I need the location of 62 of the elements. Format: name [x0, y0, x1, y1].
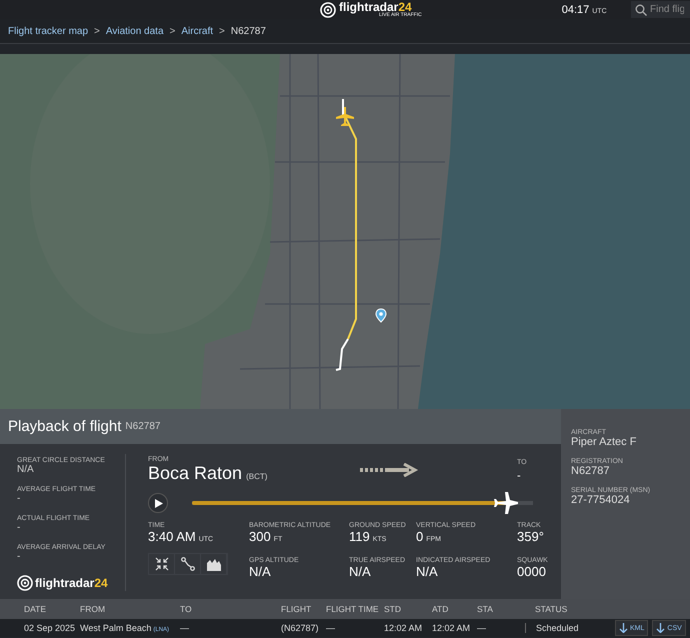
column-header: ATD	[432, 604, 450, 614]
table-cell-text: (N62787)	[281, 623, 320, 633]
column-header: FROM	[80, 604, 106, 614]
radar-logo-icon	[320, 2, 336, 18]
breadcrumb-current: N62787	[230, 26, 266, 36]
search-icon	[635, 4, 647, 16]
stat-value: -	[17, 551, 22, 562]
column-header: DATE	[24, 604, 48, 614]
column-header: STD	[384, 604, 402, 614]
column-header: FLIGHT	[281, 604, 312, 614]
play-button[interactable]	[148, 493, 168, 513]
column-header: FLIGHT TIME	[326, 604, 380, 614]
route-icon	[180, 557, 194, 571]
column-header: TO	[180, 604, 193, 614]
table-cell-text: 02 Sep 2025	[24, 623, 76, 633]
aircraft-value: 27-7754024	[571, 494, 631, 506]
reading-value: 0	[416, 529, 424, 544]
reading-value: N/A	[416, 564, 438, 579]
download-icon	[619, 623, 628, 633]
download-icon	[656, 623, 666, 633]
aircraft-value: N62787	[571, 465, 611, 477]
logo-wordmark: flightradar24	[35, 576, 108, 590]
breadcrumb-separator: >	[94, 26, 100, 36]
aircraft-value: Piper Aztec F	[571, 436, 638, 448]
breadcrumb-link[interactable]: Aviation data	[106, 26, 164, 36]
breadcrumb-separator: >	[219, 26, 225, 36]
stat-value: -	[17, 493, 22, 504]
destination-value: -	[517, 470, 522, 482]
reading-value: N/A	[249, 564, 271, 579]
table-cell-text: 12:02 AM	[384, 623, 424, 633]
area-chart-icon	[206, 557, 220, 571]
panel-title: Playback of flight	[8, 418, 122, 435]
table-cell-text: 12:02 AM	[432, 623, 472, 633]
search-field[interactable]: Find flig	[631, 1, 690, 18]
table-cell-text: —	[477, 623, 487, 633]
play-icon	[155, 498, 163, 508]
reading-value: 119	[349, 529, 370, 544]
airplane-icon	[492, 492, 519, 514]
airplane-icon	[336, 107, 354, 126]
map-pin-icon	[376, 308, 386, 322]
reading-value: 300	[249, 529, 271, 544]
breadcrumb-link[interactable]: Aircraft	[181, 26, 214, 36]
reading-value: 0000	[517, 564, 546, 579]
reading-value: 3:40 AM	[148, 529, 196, 544]
fit-arrows-icon	[154, 557, 168, 571]
stat-value: N/A	[17, 464, 35, 475]
origin-city: Boca Raton	[148, 463, 242, 484]
logo-wordmark: flightradar24	[339, 1, 412, 13]
table-cell-text: —	[180, 623, 190, 633]
column-header: STATUS	[535, 604, 568, 614]
stat-value: -	[17, 522, 22, 533]
table-cell-text: —	[326, 623, 336, 633]
breadcrumb-separator: >	[170, 26, 176, 36]
radar-logo-icon	[17, 575, 33, 591]
table-cell: West Palm Beach	[80, 623, 152, 633]
airport-code: (BCT)	[246, 472, 268, 481]
reading-value: 359°	[517, 529, 544, 544]
reading-value: N/A	[349, 564, 371, 579]
column-header: STA	[477, 604, 494, 614]
clock-time: 04:17	[562, 4, 590, 16]
breadcrumb-link[interactable]: Flight tracker map	[8, 26, 88, 36]
flight-registration: N62787	[125, 421, 160, 432]
